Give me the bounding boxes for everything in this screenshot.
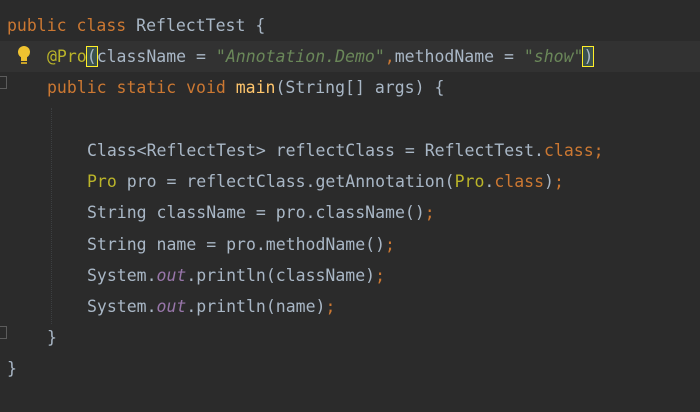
code-token: Class<ReflectTest> reflectClass = Reflec… (87, 141, 544, 160)
code-token: pro = reflectClass.getAnnotation( (126, 172, 455, 191)
code-token: (String[] args) { (275, 78, 445, 97)
code-token: className = (96, 47, 216, 66)
code-line-1[interactable]: public class ReflectTest { (0, 10, 700, 41)
code-token: } (7, 359, 17, 378)
code-line-12[interactable]: } (0, 353, 700, 384)
code-token: String name = pro.methodName() (87, 235, 386, 254)
code-token: ; (375, 266, 386, 285)
code-line-10[interactable]: System.out.println(name); (0, 291, 700, 322)
fold-marker-icon[interactable] (0, 76, 7, 89)
line-code: } (7, 353, 17, 384)
code-token: Pro (454, 172, 485, 191)
code-line-11[interactable]: } (0, 322, 700, 353)
code-editor[interactable]: public class ReflectTest { @Pro(classNam… (0, 0, 700, 412)
code-token: String className = pro.className() (87, 203, 425, 222)
code-line-7[interactable]: String className = pro.className(); (0, 197, 700, 228)
code-line-6[interactable]: Pro pro = reflectClass.getAnnotation(Pro… (0, 166, 700, 197)
line-code: String name = pro.methodName(); (87, 229, 395, 260)
line-code: Pro pro = reflectClass.getAnnotation(Pro… (87, 166, 564, 197)
code-token: public class (7, 16, 137, 35)
code-token: "Annotation.Demo" (215, 47, 385, 66)
line-code: System.out.println(name); (87, 291, 335, 322)
code-token: out (156, 266, 187, 285)
code-token: ) (582, 46, 595, 67)
code-token: ( (85, 46, 98, 67)
line-code: Class<ReflectTest> reflectClass = Reflec… (87, 135, 604, 166)
lightbulb-icon[interactable] (16, 45, 32, 67)
code-token: @Pro (47, 47, 87, 66)
code-token: methodName = (394, 47, 524, 66)
line-code: public class ReflectTest { (7, 10, 265, 41)
code-token: ; (553, 172, 564, 191)
line-code: String className = pro.className(); (87, 197, 435, 228)
code-token: class; (543, 141, 604, 160)
code-token: } (47, 328, 57, 347)
line-code: @Pro(className = "Annotation.Demo",metho… (47, 41, 595, 72)
code-token: System. (87, 266, 157, 285)
code-line-9[interactable]: System.out.println(className); (0, 260, 700, 291)
code-token: , (384, 47, 395, 66)
line-code: System.out.println(className); (87, 260, 385, 291)
code-token: public static void (47, 78, 236, 97)
code-line-3[interactable]: public static void main(String[] args) { (0, 72, 700, 103)
line-code: public static void main(String[] args) { (47, 72, 444, 103)
code-token: ; (385, 235, 395, 254)
line-code: } (47, 322, 57, 353)
code-token: Pro (87, 172, 127, 191)
code-line-2[interactable]: @Pro(className = "Annotation.Demo",metho… (0, 41, 700, 72)
code-token: ReflectTest { (136, 16, 266, 35)
code-token: main (235, 78, 276, 97)
code-token: "show" (523, 47, 584, 66)
code-token: ; (424, 203, 435, 222)
code-token: System. (87, 297, 157, 316)
code-line-5[interactable]: Class<ReflectTest> reflectClass = Reflec… (0, 135, 700, 166)
code-line-8[interactable]: String name = pro.methodName(); (0, 229, 700, 260)
code-line-4[interactable] (0, 103, 700, 134)
code-token: .println(className) (186, 266, 376, 285)
code-token: .println(name) (186, 297, 326, 316)
fold-marker-icon[interactable] (0, 326, 7, 339)
code-token: . (484, 172, 495, 191)
code-token: ; (325, 297, 336, 316)
code-token: out (156, 297, 187, 316)
code-token: ) (544, 172, 554, 191)
code-token: class (494, 172, 544, 191)
